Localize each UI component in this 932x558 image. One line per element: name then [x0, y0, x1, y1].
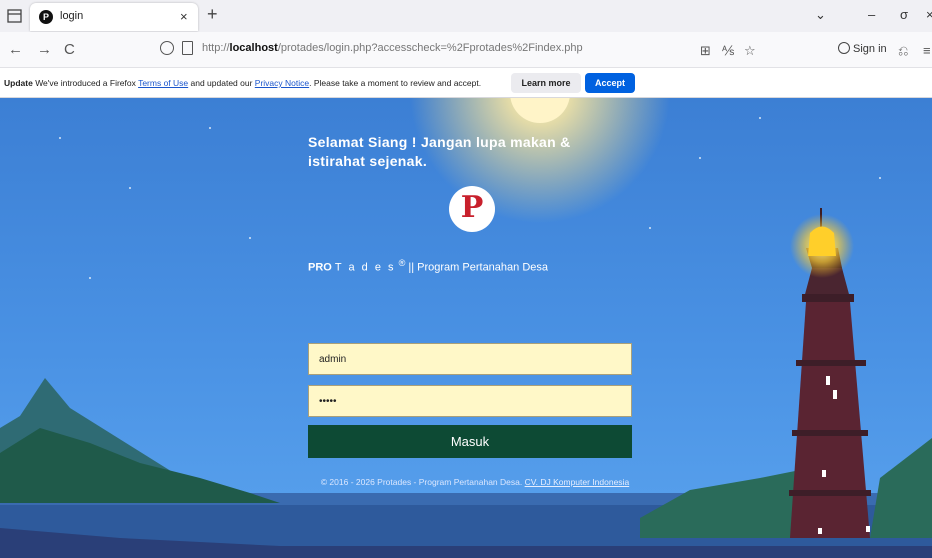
login-submit-button[interactable]: Masuk [308, 425, 632, 458]
new-tab-icon[interactable]: + [207, 4, 218, 25]
navigation-toolbar: ← → C http://localhost/protades/login.ph… [0, 32, 932, 68]
far-right-hill [870, 438, 932, 538]
list-all-tabs-icon[interactable]: ⌄ [815, 7, 826, 23]
copyright-footer: © 2016 - 2026 Protades - Program Pertana… [320, 477, 630, 487]
forward-icon[interactable]: → [37, 41, 52, 58]
logo-letter: P [460, 190, 484, 225]
terms-of-use-link[interactable]: Terms of Use [138, 78, 188, 88]
accept-button[interactable]: Accept [585, 73, 635, 93]
lighthouse-lamp [808, 226, 836, 256]
notification-text: Update We've introduced a Firefox Terms … [4, 78, 482, 88]
restore-icon[interactable]: σ [900, 7, 908, 22]
url-text[interactable]: http://localhost/protades/login.php?acce… [202, 42, 583, 54]
privacy-notice-link[interactable]: Privacy Notice [255, 78, 309, 88]
close-window-icon[interactable]: × [926, 7, 932, 22]
reader-view-icon[interactable]: ⊞ [700, 43, 711, 59]
username-input[interactable] [308, 343, 632, 375]
translate-icon[interactable]: ⅍ [722, 43, 734, 58]
reload-icon[interactable]: C [64, 41, 75, 58]
greeting-message: Selamat Siang ! Jangan lupa makan & isti… [308, 134, 571, 169]
tab-login[interactable]: P login × [30, 3, 198, 31]
company-link[interactable]: CV. DJ Komputer Indonesia [525, 477, 630, 487]
update-notification-bar: Update We've introduced a Firefox Terms … [0, 68, 932, 98]
extensions-icon[interactable]: ⎌ [898, 43, 908, 59]
bookmark-star-icon[interactable]: ☆ [744, 43, 756, 59]
address-bar[interactable]: http://localhost/protades/login.php?acce… [160, 37, 760, 63]
tab-title: login [60, 10, 84, 22]
page-info-icon[interactable] [182, 41, 193, 55]
minimize-icon[interactable]: – [868, 7, 875, 22]
sign-in-button[interactable]: Sign in [838, 42, 887, 55]
protades-logo: P [449, 186, 495, 232]
tracking-protection-icon[interactable] [160, 41, 174, 55]
back-icon[interactable]: ← [8, 41, 23, 58]
tab-list-icon[interactable] [6, 8, 24, 24]
password-input[interactable] [308, 385, 632, 417]
tab-close-icon[interactable]: × [180, 9, 188, 24]
brand-title: PRO T a d e s ® || Program Pertanahan De… [308, 258, 549, 274]
favicon-icon: P [39, 10, 53, 24]
tab-bar: P login × + ⌄ – σ × [0, 0, 932, 32]
app-menu-icon[interactable]: ≡ [923, 43, 931, 58]
learn-more-button[interactable]: Learn more [511, 73, 581, 93]
account-icon [838, 42, 850, 54]
left-mountain-front [0, 428, 280, 503]
login-page: Selamat Siang ! Jangan lupa makan & isti… [0, 98, 932, 558]
